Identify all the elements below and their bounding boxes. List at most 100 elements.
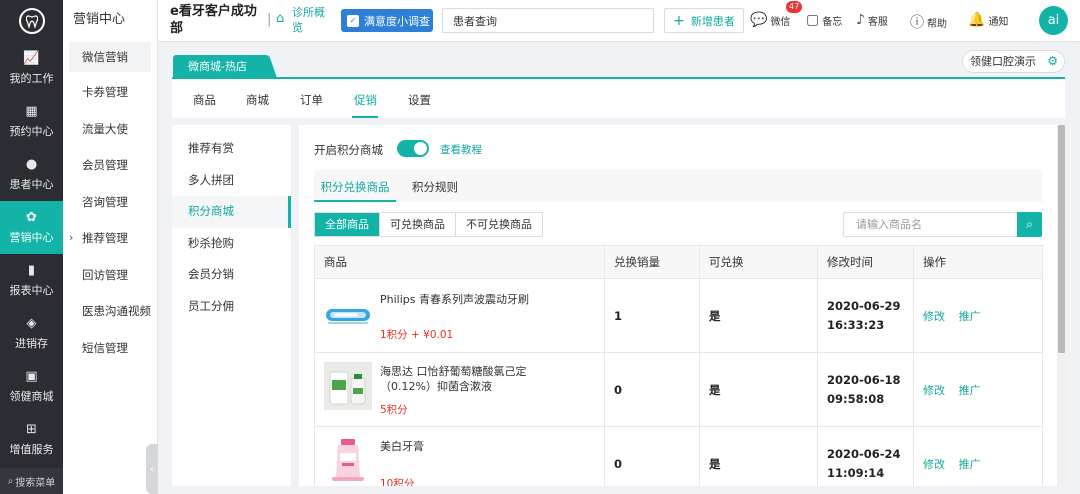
table-header-row: 商品 兑换销量 可兑换 修改时间 操作 bbox=[314, 245, 1043, 279]
menu-search[interactable]: ⌕ 搜索菜单 bbox=[0, 468, 63, 494]
sidebar-collapse-handle[interactable]: ‹ bbox=[146, 444, 158, 494]
wechat-button[interactable]: 💬 微信 bbox=[750, 12, 790, 28]
store-tab[interactable]: 微商城-热店 bbox=[173, 55, 277, 78]
sales-count: 0 bbox=[604, 352, 700, 427]
sidebar-item-wechat-marketing[interactable]: 微信营销 bbox=[69, 42, 151, 72]
promo-item-group-buy[interactable]: 多人拼团 bbox=[172, 165, 291, 197]
user-avatar[interactable]: ai bbox=[1039, 6, 1068, 35]
col-header-goods: 商品 bbox=[314, 245, 605, 279]
tutorial-link[interactable]: 查看教程 bbox=[440, 142, 482, 157]
header-separator: | bbox=[267, 12, 272, 27]
nav-item-shop[interactable]: ▣ 领健商城 bbox=[0, 360, 63, 413]
nav-item-appointments[interactable]: ▦ 预约中心 bbox=[0, 95, 63, 148]
promote-link[interactable]: 推广 bbox=[959, 310, 981, 323]
col-header-actions: 操作 bbox=[913, 245, 1043, 279]
chevron-right-icon: › bbox=[69, 231, 74, 244]
bar-chart-icon: ▮ bbox=[27, 262, 36, 278]
exchangeable-value: 是 bbox=[699, 352, 818, 427]
filter-not-exchangeable[interactable]: 不可兑换商品 bbox=[456, 213, 542, 236]
filter-all-goods[interactable]: 全部商品 bbox=[315, 213, 380, 236]
sidebar-item-referrals[interactable]: › 推荐管理 bbox=[63, 220, 157, 257]
tab-promotions[interactable]: 促销 bbox=[354, 92, 377, 108]
modified-time: 2020-06-24 11:09:14 bbox=[817, 426, 914, 486]
points-tabs: 积分兑换商品 积分规则 bbox=[314, 170, 1042, 202]
sidebar-item-members[interactable]: 会员管理 bbox=[63, 147, 157, 184]
sidebar-item-video[interactable]: 医患沟通视频 bbox=[63, 293, 157, 330]
grid-icon: ⊞ bbox=[26, 421, 37, 437]
clinic-name[interactable]: e看牙客户成功部 bbox=[170, 3, 262, 37]
nav-item-patients[interactable]: ● 患者中心 bbox=[0, 148, 63, 201]
product-name: 美白牙膏 bbox=[380, 439, 424, 453]
patients-icon: ● bbox=[25, 156, 38, 172]
promo-item-flash-sale[interactable]: 秒杀抢购 bbox=[172, 228, 291, 260]
tab-mall[interactable]: 商城 bbox=[246, 92, 269, 108]
product-name: 海思达 口怡舒葡萄糖酸氯己定（0.12%）抑菌含漱液 bbox=[380, 365, 527, 393]
nav-item-marketing[interactable]: ✿ 营销中心 bbox=[0, 201, 63, 254]
home-icon: ⌂ bbox=[276, 11, 285, 26]
scrollbar-thumb[interactable] bbox=[1058, 125, 1065, 353]
app-logo[interactable] bbox=[0, 0, 63, 42]
help-button[interactable]: ⓘ 帮助 bbox=[910, 12, 947, 32]
promote-link[interactable]: 推广 bbox=[959, 458, 981, 471]
bell-icon: 🔔 bbox=[968, 12, 986, 28]
col-header-sales: 兑换销量 bbox=[604, 245, 700, 279]
sidebar-item-sms[interactable]: 短信管理 bbox=[63, 330, 157, 367]
chevron-left-icon: ‹ bbox=[150, 463, 154, 475]
clinic-overview-link[interactable]: ⌂ 诊所概览 bbox=[276, 5, 331, 35]
col-header-modified-time: 修改时间 bbox=[817, 245, 914, 279]
survey-icon: ✓ bbox=[347, 14, 359, 27]
product-name: Philips 青春系列声波震动牙刷 bbox=[380, 292, 529, 306]
goods-search-input[interactable] bbox=[843, 212, 1017, 237]
content-scrollbar[interactable] bbox=[1057, 125, 1066, 486]
filter-exchangeable[interactable]: 可兑换商品 bbox=[380, 213, 456, 236]
shop-icon: ▣ bbox=[25, 368, 38, 384]
tab-orders[interactable]: 订单 bbox=[300, 92, 323, 108]
nav-item-my-work[interactable]: 📈 我的工作 bbox=[0, 42, 63, 95]
store-switcher[interactable]: 领健口腔演示 ⚙ bbox=[962, 50, 1065, 73]
calendar-icon: ▦ bbox=[25, 103, 38, 119]
survey-banner[interactable]: ✓ 满意度小调查 bbox=[341, 9, 433, 32]
main-nav: 📈 我的工作 ▦ 预约中心 ● 患者中心 ✿ 营销中心 ▮ 报表中心 ◈ 进销存… bbox=[0, 0, 63, 494]
nav-item-reports[interactable]: ▮ 报表中心 bbox=[0, 254, 63, 307]
goods-search-button[interactable]: ⌕ bbox=[1017, 212, 1042, 237]
sidebar-item-traffic-ambassador[interactable]: 流量大使 bbox=[63, 111, 157, 148]
edit-link[interactable]: 修改 bbox=[923, 384, 945, 397]
wechat-icon: 💬 bbox=[750, 12, 768, 28]
patient-search-input[interactable] bbox=[442, 8, 654, 33]
gear-icon[interactable]: ⚙ bbox=[1047, 51, 1058, 72]
promo-item-staff-commission[interactable]: 员工分佣 bbox=[172, 291, 291, 323]
toothbrush-product-image bbox=[324, 290, 372, 338]
sidebar-item-followup[interactable]: 回访管理 bbox=[63, 257, 157, 294]
new-patient-button[interactable]: + 新增患者 bbox=[664, 8, 744, 33]
nav-item-value-added[interactable]: ⊞ 增值服务 bbox=[0, 413, 63, 466]
toggle-knob bbox=[414, 142, 427, 155]
edit-link[interactable]: 修改 bbox=[923, 310, 945, 323]
tooth-icon bbox=[18, 8, 45, 34]
promo-item-points-mall[interactable]: 积分商城 bbox=[172, 196, 291, 228]
nav-item-inventory[interactable]: ◈ 进销存 bbox=[0, 307, 63, 360]
service-button[interactable]: ♪ 客服 bbox=[856, 12, 888, 28]
tab-points-rules[interactable]: 积分规则 bbox=[412, 179, 458, 195]
product-price: 5积分 bbox=[380, 404, 408, 416]
flower-icon: ✿ bbox=[26, 209, 37, 225]
promo-item-referral-reward[interactable]: 推荐有赏 bbox=[172, 133, 291, 165]
table-row: 美白牙膏 10积分 0 是 2020-06-24 11:09:14 修改 推广 bbox=[314, 426, 1043, 486]
tab-active-indicator bbox=[352, 116, 378, 118]
wechat-badge: 47 bbox=[786, 1, 803, 13]
sidebar-item-coupons[interactable]: 卡券管理 bbox=[63, 74, 157, 111]
top-header: e看牙客户成功部 | ⌂ 诊所概览 ✓ 满意度小调查 + 新增患者 💬 微信 4… bbox=[158, 0, 1080, 42]
points-mall-toggle[interactable] bbox=[397, 140, 429, 157]
search-icon: ⌕ bbox=[7, 475, 14, 487]
headset-icon: ♪ bbox=[856, 12, 865, 28]
sidebar-item-consulting[interactable]: 咨询管理 bbox=[63, 184, 157, 221]
memo-icon: ▢ bbox=[806, 12, 820, 28]
memo-button[interactable]: ▢ 备忘 bbox=[806, 12, 842, 28]
notify-button[interactable]: 🔔 通知 bbox=[968, 12, 1008, 28]
tab-points-goods[interactable]: 积分兑换商品 bbox=[314, 179, 396, 195]
edit-link[interactable]: 修改 bbox=[923, 458, 945, 471]
promote-link[interactable]: 推广 bbox=[959, 384, 981, 397]
tab-settings[interactable]: 设置 bbox=[408, 92, 431, 108]
modified-time: 2020-06-29 16:33:23 bbox=[817, 278, 914, 353]
promo-item-member-distribution[interactable]: 会员分销 bbox=[172, 259, 291, 291]
tab-goods[interactable]: 商品 bbox=[193, 92, 216, 108]
